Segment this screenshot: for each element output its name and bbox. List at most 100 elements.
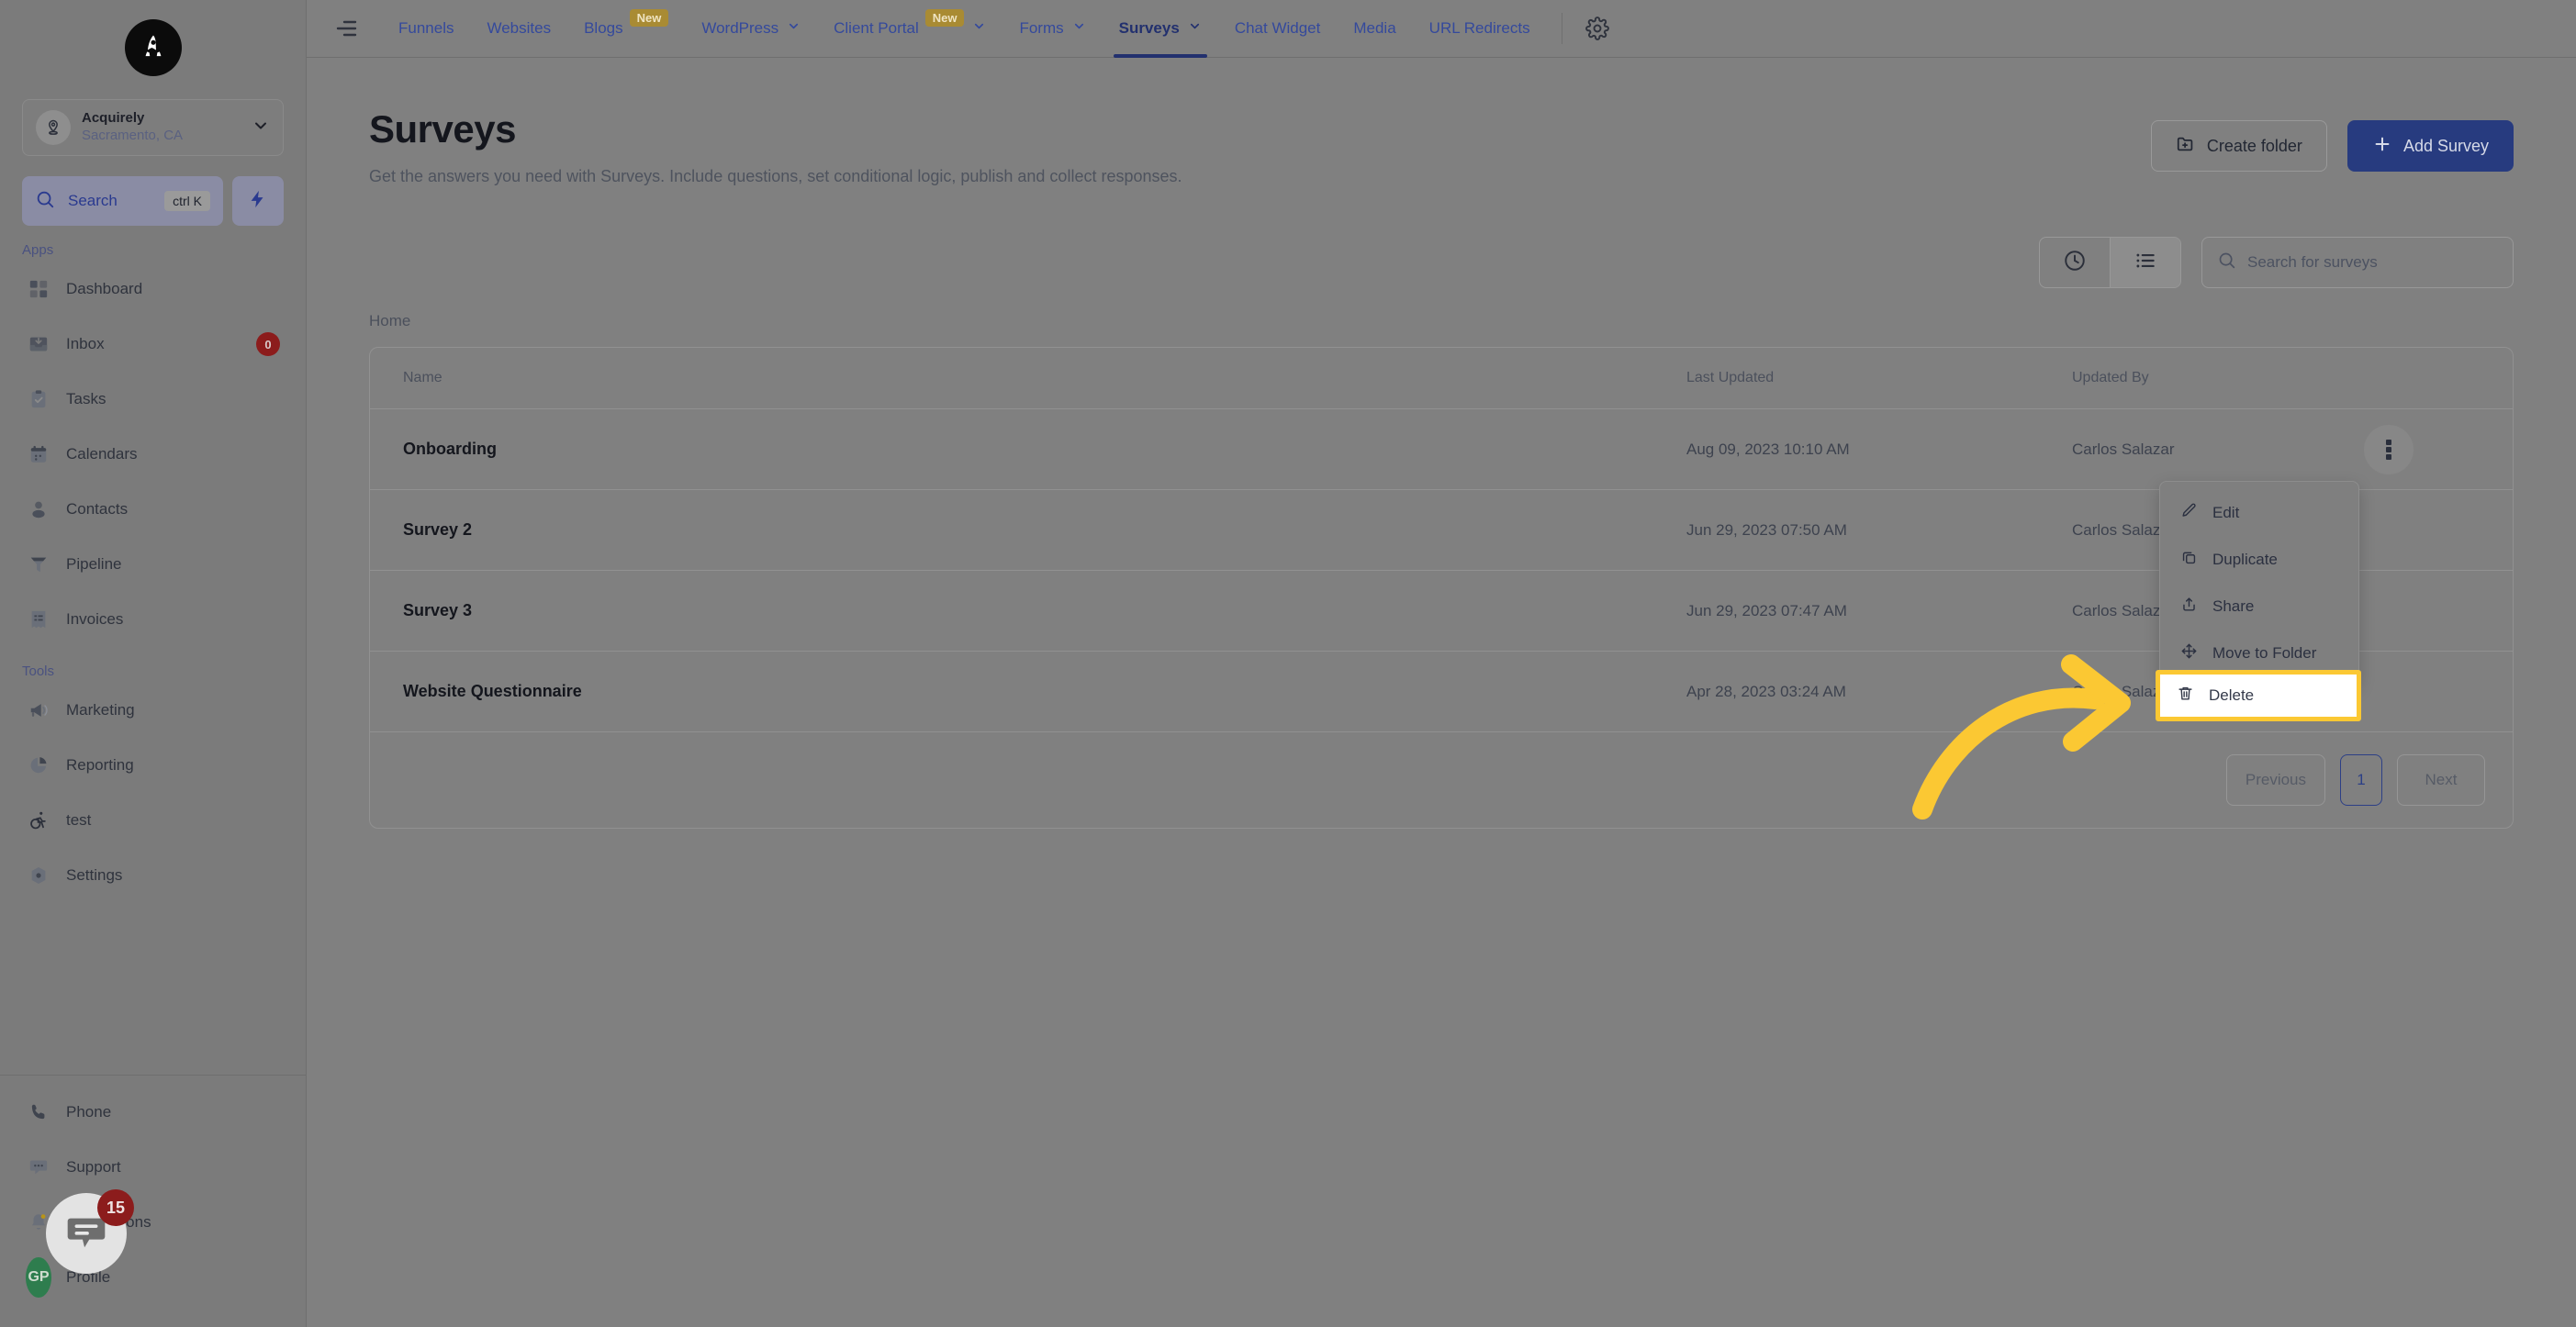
sidebar-item-phone[interactable]: Phone — [17, 1085, 289, 1140]
collapse-menu-icon[interactable] — [327, 9, 365, 48]
tab-label: WordPress — [701, 19, 779, 37]
folder-plus-icon — [2176, 134, 2196, 159]
survey-last-updated: Aug 09, 2023 10:10 AM — [1686, 440, 1850, 458]
context-menu-item-edit[interactable]: Edit — [2160, 489, 2358, 536]
column-header-updated-by[interactable]: Updated By — [2072, 348, 2347, 409]
move-arrows-icon — [2180, 642, 2198, 664]
sidebar-item-invoices[interactable]: Invoices — [17, 592, 289, 647]
tab-funnels[interactable]: Funnels — [382, 0, 470, 58]
page-number-1[interactable]: 1 — [2340, 754, 2382, 806]
sidebar-item-label: Invoices — [66, 610, 124, 628]
pencil-icon — [2180, 502, 2198, 524]
context-menu-item-label: Duplicate — [2212, 550, 2278, 568]
add-survey-label: Add Survey — [2402, 136, 2489, 155]
tab-label: Forms — [1019, 19, 1064, 37]
megaphone-icon — [26, 697, 51, 723]
page-header-actions: Create folder Add Survey — [2150, 107, 2514, 172]
rocket-logo-icon — [124, 19, 182, 76]
chevron-down-icon — [972, 19, 986, 38]
context-menu-item-duplicate[interactable]: Duplicate — [2160, 536, 2358, 583]
context-menu-item-label: Share — [2212, 597, 2255, 615]
pie-chart-icon — [26, 753, 51, 778]
tasks-icon — [26, 386, 51, 412]
tab-client-portal[interactable]: Client Portal New — [817, 0, 1002, 58]
profile-initials: GP — [26, 1257, 51, 1298]
tab-surveys[interactable]: Surveys — [1103, 0, 1218, 58]
tab-media[interactable]: Media — [1337, 0, 1412, 58]
tab-websites[interactable]: Websites — [470, 0, 567, 58]
sidebar: Acquirely Sacramento, CA Search ctrl K A… — [0, 0, 307, 1327]
sidebar-item-settings[interactable]: Settings — [17, 848, 289, 903]
list-toolbar: Search for surveys — [307, 189, 2576, 288]
tab-label: Client Portal — [834, 19, 919, 37]
tab-wordpress[interactable]: WordPress — [685, 0, 817, 58]
search-surveys-input[interactable]: Search for surveys — [2201, 237, 2514, 288]
sidebar-item-test[interactable]: test — [17, 793, 289, 848]
sidebar-item-reporting[interactable]: Reporting — [17, 738, 289, 793]
location-selector[interactable]: Acquirely Sacramento, CA — [22, 99, 284, 156]
sidebar-item-marketing[interactable]: Marketing — [17, 683, 289, 738]
tab-forms[interactable]: Forms — [1002, 0, 1102, 58]
table-row[interactable]: Onboarding Aug 09, 2023 10:10 AM Carlos … — [370, 408, 2513, 490]
phone-icon — [26, 1099, 51, 1125]
survey-updated-by: Carlos Salazar — [2072, 440, 2175, 458]
create-folder-label: Create folder — [2206, 136, 2302, 155]
sidebar-item-contacts[interactable]: Contacts — [17, 482, 289, 537]
search-surveys-placeholder: Search for surveys — [2247, 253, 2378, 271]
chevron-down-icon — [787, 19, 801, 38]
page-title: Surveys — [369, 107, 516, 151]
add-survey-button[interactable]: Add Survey — [2346, 120, 2514, 172]
survey-name: Survey 3 — [403, 601, 473, 619]
search-label: Search — [68, 192, 118, 209]
tab-blogs[interactable]: Blogs New — [567, 0, 685, 58]
row-context-menu: Edit Duplicate Share Move to Folder — [2159, 481, 2359, 685]
sidebar-item-label: Tasks — [66, 390, 106, 407]
quick-action-button[interactable] — [232, 176, 284, 226]
search-icon — [2217, 251, 2236, 274]
sidebar-item-pipeline[interactable]: Pipeline — [17, 537, 289, 592]
sidebar-item-label: Dashboard — [66, 280, 143, 297]
tab-chat-widget[interactable]: Chat Widget — [1218, 0, 1338, 58]
search-icon — [35, 189, 55, 214]
sidebar-item-label: Phone — [66, 1103, 112, 1121]
tab-label: Websites — [487, 19, 552, 37]
top-navigation: Funnels Websites Blogs New WordPress Cli… — [307, 0, 2576, 58]
sidebar-item-dashboard[interactable]: Dashboard — [17, 262, 289, 317]
chevron-down-icon — [252, 117, 270, 139]
dashboard-icon — [26, 276, 51, 302]
gear-icon[interactable] — [1577, 8, 1618, 49]
table-header-row: Name Last Updated Updated By — [370, 348, 2513, 409]
sidebar-item-label: Reporting — [66, 756, 134, 774]
sidebar-item-label: Pipeline — [66, 555, 122, 573]
survey-name: Onboarding — [403, 440, 497, 458]
contacts-icon — [26, 496, 51, 522]
sidebar-item-inbox[interactable]: Inbox 0 — [17, 317, 289, 372]
sidebar-item-calendars[interactable]: Calendars — [17, 427, 289, 482]
tab-url-redirects[interactable]: URL Redirects — [1413, 0, 1547, 58]
column-header-last-updated[interactable]: Last Updated — [1686, 348, 2072, 409]
chevron-down-icon — [1072, 19, 1086, 38]
apps-section-label: Apps — [22, 242, 54, 258]
pagination: Previous 1 Next — [370, 732, 2513, 828]
context-menu-item-label: Edit — [2212, 503, 2240, 521]
create-folder-button[interactable]: Create folder — [2150, 120, 2327, 172]
history-view-button[interactable] — [2040, 238, 2110, 287]
location-pin-icon — [36, 110, 71, 145]
bolt-icon — [248, 187, 268, 216]
brand-logo[interactable] — [0, 0, 306, 95]
next-page-button[interactable]: Next — [2397, 754, 2485, 806]
sidebar-item-support[interactable]: Support — [17, 1140, 289, 1195]
apps-nav: Dashboard Inbox 0 Tasks Calendars Contac… — [0, 262, 306, 647]
column-header-name[interactable]: Name — [370, 348, 1686, 409]
tab-label: Chat Widget — [1234, 19, 1321, 37]
sidebar-item-tasks[interactable]: Tasks — [17, 372, 289, 427]
sidebar-item-label: Inbox — [66, 335, 105, 352]
list-view-button[interactable] — [2111, 238, 2180, 287]
context-menu-item-delete[interactable]: Delete — [2156, 670, 2361, 721]
copy-icon — [2180, 549, 2198, 571]
row-actions-menu-button[interactable] — [2364, 424, 2414, 474]
context-menu-item-share[interactable]: Share — [2160, 583, 2358, 630]
previous-page-button[interactable]: Previous — [2225, 754, 2325, 806]
search-input[interactable]: Search ctrl K — [22, 176, 223, 226]
avatar-icon: GP — [26, 1257, 51, 1298]
